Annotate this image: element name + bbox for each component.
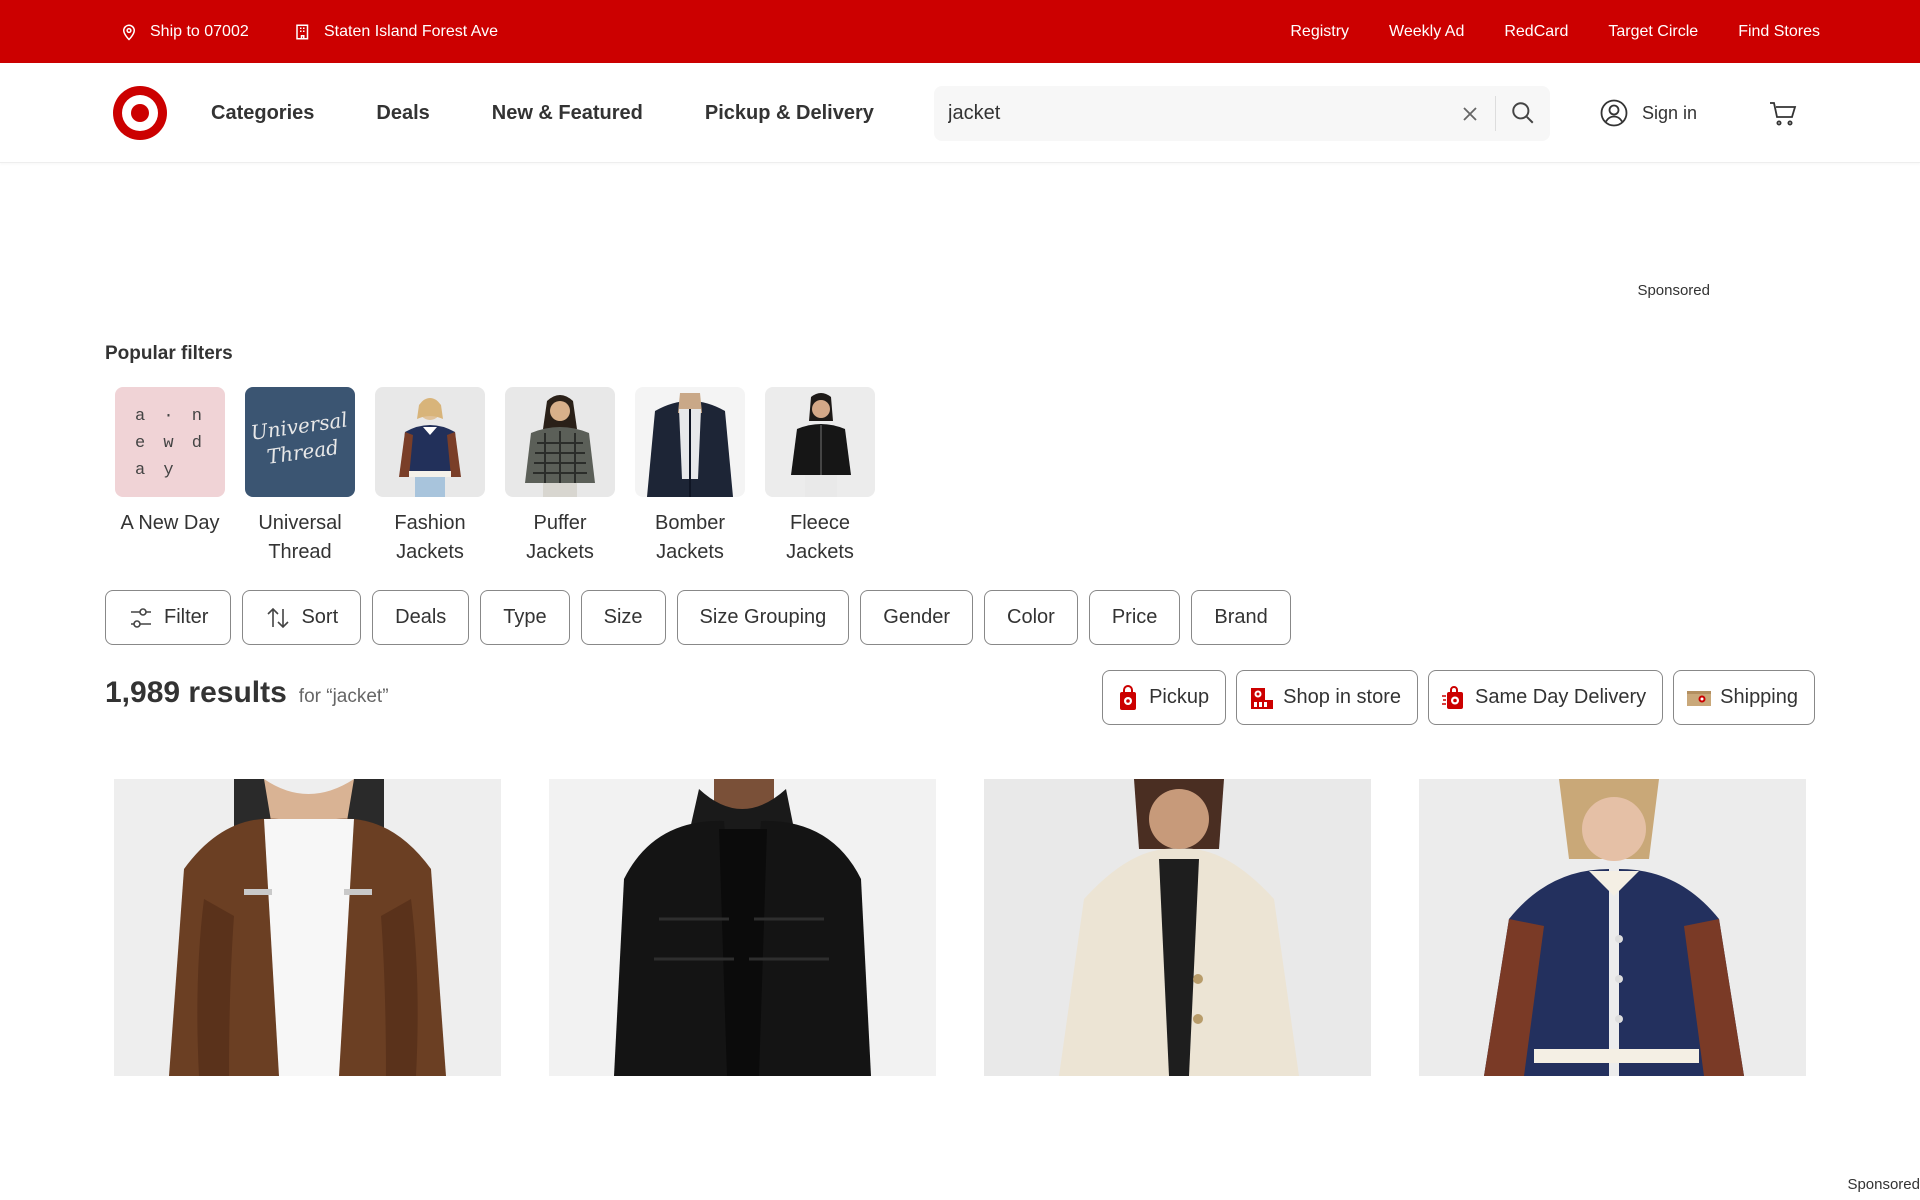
store-front-icon bbox=[1251, 687, 1274, 709]
shop-in-store-label: Shop in store bbox=[1283, 686, 1401, 708]
cream-cardigan-jacket-image bbox=[984, 779, 1371, 1076]
search-bar bbox=[934, 86, 1550, 141]
brand-chip[interactable]: Brand bbox=[1191, 590, 1291, 645]
puffer-jackets-thumb bbox=[505, 387, 615, 497]
search-icon[interactable] bbox=[1510, 100, 1536, 126]
main-nav: Categories Deals New & Featured Pickup &… bbox=[211, 63, 874, 163]
nav-deals[interactable]: Deals bbox=[376, 102, 429, 125]
store-label: Staten Island Forest Ave bbox=[324, 22, 499, 40]
product-card[interactable] bbox=[549, 779, 936, 1076]
pickup-chip[interactable]: Pickup bbox=[1102, 670, 1227, 725]
popular-filter-label: Universal Thread bbox=[258, 512, 342, 563]
nav-new-featured[interactable]: New & Featured bbox=[492, 102, 643, 125]
shipping-box-icon bbox=[1687, 690, 1712, 706]
popular-filter-label: Bomber Jackets bbox=[654, 512, 726, 563]
store-link[interactable]: Staten Island Forest Ave bbox=[294, 0, 498, 63]
utility-bar: Ship to 07002 Staten Island Forest Ave R… bbox=[0, 0, 1920, 63]
location-pin-icon bbox=[122, 24, 136, 41]
sponsored-label: Sponsored bbox=[1847, 1176, 1920, 1193]
search-input[interactable] bbox=[948, 86, 1448, 141]
results-count: 1,989 results bbox=[105, 676, 287, 709]
product-card[interactable] bbox=[114, 779, 501, 1076]
results-query: for “jacket” bbox=[298, 686, 389, 707]
size-grouping-chip[interactable]: Size Grouping bbox=[676, 590, 850, 645]
product-card[interactable] bbox=[984, 779, 1371, 1076]
varsity-bomber-jacket-image bbox=[1419, 779, 1806, 1076]
popular-filter-label: Puffer Jackets bbox=[526, 512, 594, 563]
size-chip[interactable]: Size bbox=[580, 590, 666, 645]
clear-icon[interactable] bbox=[1458, 102, 1482, 126]
filter-button[interactable]: Filter bbox=[105, 590, 232, 645]
fleece-jacket-image bbox=[791, 393, 851, 497]
target-logo[interactable] bbox=[112, 85, 168, 141]
bomber-jackets-thumb bbox=[635, 387, 745, 497]
header: Categories Deals New & Featured Pickup &… bbox=[0, 63, 1920, 163]
popular-filter-label: A New Day bbox=[120, 512, 220, 534]
universal-thread-thumb-text: Universal Thread bbox=[249, 407, 350, 469]
ship-to-link[interactable]: Ship to 07002 bbox=[120, 0, 249, 63]
pickup-bag-icon bbox=[1120, 684, 1137, 710]
shipping-chip[interactable]: Shipping bbox=[1673, 670, 1815, 725]
fleece-jackets-thumb bbox=[765, 387, 875, 497]
weekly-ad-link[interactable]: Weekly Ad bbox=[1389, 23, 1464, 41]
sort-button[interactable]: Sort bbox=[242, 590, 362, 645]
popular-filter-label: Fleece Jackets bbox=[786, 512, 854, 563]
popular-filter-bomber-jackets[interactable]: Bomber Jackets bbox=[625, 387, 755, 567]
popular-filter-a-new-day[interactable]: a · n e w d a y A New Day bbox=[105, 387, 235, 567]
a-new-day-thumb-text: a · n e w d a y bbox=[135, 407, 207, 480]
same-day-delivery-label: Same Day Delivery bbox=[1474, 686, 1647, 708]
filter-chips: Filter Sort Deals Type Size Size Groupin… bbox=[105, 590, 1291, 645]
type-chip[interactable]: Type bbox=[480, 590, 570, 645]
sort-label: Sort bbox=[301, 606, 339, 628]
sponsored-label: Sponsored bbox=[1637, 282, 1710, 299]
sign-in-label: Sign in bbox=[1642, 102, 1698, 123]
popular-filter-puffer-jackets[interactable]: Puffer Jackets bbox=[495, 387, 625, 567]
black-jacket-image bbox=[549, 779, 936, 1076]
popular-filters-title: Popular filters bbox=[105, 343, 233, 364]
results-summary: 1,989 results for “jacket” bbox=[105, 676, 389, 710]
gender-chip[interactable]: Gender bbox=[860, 590, 974, 645]
shop-in-store-chip[interactable]: Shop in store bbox=[1236, 670, 1418, 725]
bomber-jacket-image bbox=[647, 393, 733, 497]
target-circle-link[interactable]: Target Circle bbox=[1608, 23, 1698, 41]
universal-thread-thumb: Universal Thread bbox=[245, 387, 355, 497]
popular-filters: a · n e w d a y A New Day Universal Thre… bbox=[105, 387, 885, 567]
account-icon bbox=[1600, 99, 1628, 127]
same-day-delivery-chip[interactable]: Same Day Delivery bbox=[1427, 670, 1664, 725]
registry-link[interactable]: Registry bbox=[1290, 23, 1349, 41]
find-stores-link[interactable]: Find Stores bbox=[1738, 23, 1820, 41]
ship-to-label: Ship to 07002 bbox=[150, 22, 249, 40]
delivery-bag-icon bbox=[1441, 685, 1463, 709]
sort-arrows-icon bbox=[267, 607, 290, 628]
product-card[interactable] bbox=[1419, 779, 1806, 1076]
fulfillment-chips: Pickup Shop in store Same Day Delivery S… bbox=[1102, 670, 1815, 725]
puffer-jacket-image bbox=[525, 395, 595, 497]
nav-pickup-delivery[interactable]: Pickup & Delivery bbox=[705, 102, 874, 125]
shipping-label: Shipping bbox=[1720, 686, 1798, 708]
pickup-label: Pickup bbox=[1149, 686, 1210, 708]
fashion-jackets-thumb bbox=[375, 387, 485, 497]
popular-filter-fleece-jackets[interactable]: Fleece Jackets bbox=[755, 387, 885, 567]
redcard-link[interactable]: RedCard bbox=[1504, 23, 1568, 41]
product-grid bbox=[114, 779, 1806, 1076]
cart-icon[interactable] bbox=[1768, 98, 1798, 128]
color-chip[interactable]: Color bbox=[984, 590, 1078, 645]
filter-label: Filter bbox=[164, 606, 209, 628]
nav-categories[interactable]: Categories bbox=[211, 102, 314, 125]
sliders-icon bbox=[131, 607, 151, 628]
fashion-jacket-image bbox=[399, 398, 461, 497]
brown-leather-jacket-image bbox=[114, 779, 501, 1076]
price-chip[interactable]: Price bbox=[1088, 590, 1181, 645]
store-icon bbox=[296, 24, 309, 39]
utility-links: Registry Weekly Ad RedCard Target Circle… bbox=[1290, 0, 1820, 63]
popular-filter-label: Fashion Jackets bbox=[394, 512, 466, 563]
deals-chip[interactable]: Deals bbox=[372, 590, 470, 645]
popular-filter-fashion-jackets[interactable]: Fashion Jackets bbox=[365, 387, 495, 567]
sign-in-button[interactable]: Sign in bbox=[1600, 63, 1697, 163]
search-divider bbox=[1495, 96, 1496, 131]
a-new-day-thumb: a · n e w d a y bbox=[115, 387, 225, 497]
popular-filter-universal-thread[interactable]: Universal Thread Universal Thread bbox=[235, 387, 365, 567]
